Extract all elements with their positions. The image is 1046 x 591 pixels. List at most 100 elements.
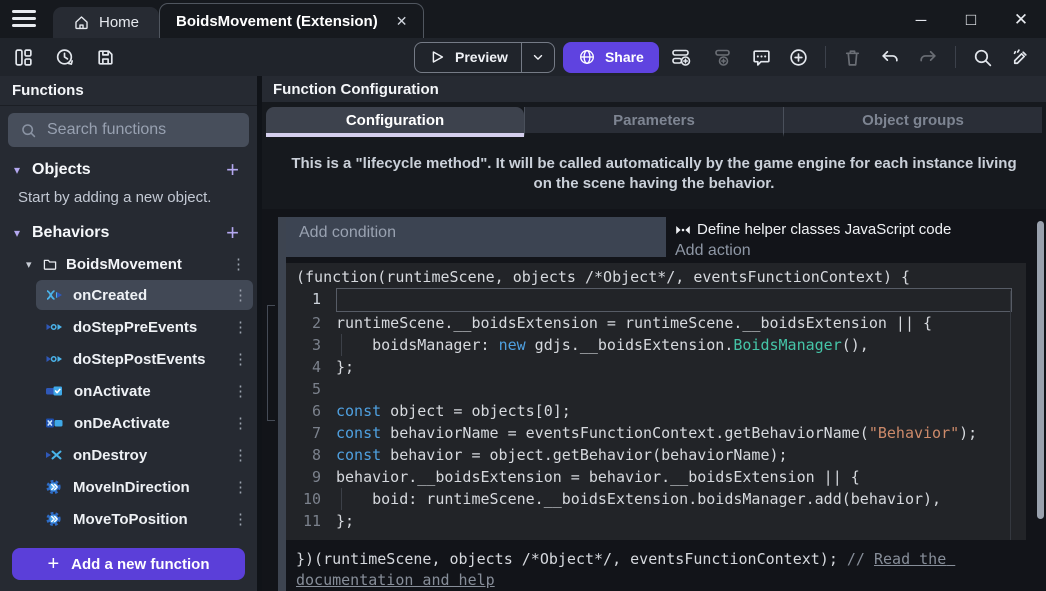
plus-icon: + <box>47 553 59 576</box>
preview-dropdown-button[interactable] <box>522 50 554 64</box>
add-circle-icon[interactable] <box>788 47 809 68</box>
hamburger-icon[interactable] <box>12 10 36 27</box>
code-line-7[interactable]: 7const behaviorName = eventsFunctionCont… <box>286 422 1026 444</box>
line-text: runtimeScene.__boidsExtension = runtimeS… <box>336 312 1026 334</box>
kebab-menu-icon[interactable]: ⋮ <box>233 414 243 432</box>
toolbar-center: Preview Share <box>414 42 659 73</box>
line-text <box>336 288 1012 312</box>
function-item-doStepPostEvents[interactable]: doStepPostEvents ⋮ <box>36 344 253 374</box>
kebab-menu-icon[interactable]: ⋮ <box>233 286 243 304</box>
js-code-icon <box>675 223 691 237</box>
line-number: 5 <box>286 378 336 400</box>
function-label: doStepPreEvents <box>73 319 222 336</box>
code-line-6[interactable]: 6const object = objects[0]; <box>286 400 1026 422</box>
function-item-onActivate[interactable]: onActivate ⋮ <box>36 376 253 406</box>
chevron-down-icon[interactable]: ▾ <box>14 163 28 177</box>
toggle-off-icon <box>45 415 63 431</box>
tab-extension[interactable]: BoidsMovement (Extension) ✕ <box>159 3 424 38</box>
layout-icon[interactable] <box>13 47 34 68</box>
line-number: 9 <box>286 466 336 488</box>
folder-icon <box>42 256 58 272</box>
code-footer-line: })(runtimeScene, objects /*Object*/, eve… <box>286 540 1026 591</box>
add-condition-button[interactable]: Add condition <box>286 217 666 257</box>
add-function-button[interactable]: + Add a new function <box>12 548 245 580</box>
toolbar-divider <box>955 46 956 68</box>
code-line-8[interactable]: 8const behavior = object.getBehavior(beh… <box>286 444 1026 466</box>
line-number: 3 <box>286 334 336 356</box>
tab-home-label: Home <box>99 14 139 31</box>
preview-button[interactable]: Preview <box>414 42 555 73</box>
search-icon[interactable] <box>972 47 993 68</box>
function-label: MoveInDirection <box>73 479 222 496</box>
add-object-button[interactable]: + <box>226 161 243 179</box>
search-icon <box>20 122 37 139</box>
code-line-1[interactable]: 1 <box>286 288 1026 312</box>
maximize-icon[interactable]: □ <box>946 10 996 30</box>
add-behavior-button[interactable]: + <box>226 224 243 242</box>
line-text: boidsManager: new gdjs.__boidsExtension.… <box>336 334 1026 356</box>
undo-icon[interactable] <box>879 47 901 68</box>
kebab-menu-icon[interactable]: ⋮ <box>233 318 243 336</box>
events-scrollbar[interactable] <box>1037 221 1044 519</box>
function-item-onDeActivate[interactable]: onDeActivate⋮ <box>36 408 253 438</box>
functions-sidebar: Functions Search functions ▾ Objects + S… <box>0 76 262 591</box>
edit-icon[interactable] <box>1009 47 1031 68</box>
code-line-5[interactable]: 5 <box>286 378 1026 400</box>
kebab-menu-icon[interactable]: ⋮ <box>233 382 243 400</box>
tab-home[interactable]: Home <box>53 7 159 38</box>
close-tab-icon[interactable]: ✕ <box>396 13 408 30</box>
code-line-4[interactable]: 4}; <box>286 356 1026 378</box>
event-drag-handle[interactable] <box>278 217 286 591</box>
function-label: onActivate <box>74 383 222 400</box>
line-number: 1 <box>286 288 336 312</box>
function-item-MoveInDirection[interactable]: MoveInDirection ⋮ <box>36 472 253 502</box>
code-line-2[interactable]: 2runtimeScene.__boidsExtension = runtime… <box>286 312 1026 334</box>
function-item-onDestroy[interactable]: onDestroy⋮ <box>36 440 253 470</box>
preview-label: Preview <box>455 49 508 65</box>
chevron-down-icon[interactable]: ▾ <box>14 226 28 240</box>
function-list: onCreated⋮doStepPreEvents⋮doStepPostEven… <box>0 278 257 536</box>
code-line-11[interactable]: 11}; <box>286 510 1026 532</box>
line-text: }; <box>336 510 1026 532</box>
toolbar-left-icons <box>0 47 116 68</box>
comment-icon[interactable] <box>751 47 772 68</box>
js-event-title[interactable]: Define helper classes JavaScript code <box>675 217 1026 242</box>
tab-object-groups[interactable]: Object groups <box>783 107 1042 137</box>
code-line-9[interactable]: 9behavior.__boidsExtension = behavior.__… <box>286 466 1026 488</box>
line-number: 11 <box>286 510 336 532</box>
kebab-menu-icon[interactable]: ⋮ <box>233 510 243 528</box>
line-text: }; <box>336 356 1026 378</box>
tab-parameters[interactable]: Parameters <box>524 107 783 137</box>
code-editor[interactable]: (function(runtimeScene, objects /*Object… <box>286 263 1026 540</box>
kebab-menu-icon[interactable]: ⋮ <box>233 478 243 496</box>
add-subevent-icon <box>711 47 735 68</box>
behaviors-section-header: ▾ Behaviors + <box>0 218 257 248</box>
minimize-icon[interactable]: ─ <box>896 12 946 29</box>
tab-configuration[interactable]: Configuration <box>266 107 524 137</box>
function-label: doStepPostEvents <box>73 351 222 368</box>
search-functions-input[interactable]: Search functions <box>8 113 249 147</box>
line-number: 8 <box>286 444 336 466</box>
code-line-3[interactable]: 3 boidsManager: new gdjs.__boidsExtensio… <box>286 334 1026 356</box>
save-icon[interactable] <box>95 47 116 68</box>
function-item-doStepPreEvents[interactable]: doStepPreEvents ⋮ <box>36 312 253 342</box>
kebab-menu-icon[interactable]: ⋮ <box>231 255 241 273</box>
line-text: boid: runtimeScene.__boidsExtension.boid… <box>336 488 1026 510</box>
history-icon[interactable] <box>54 47 75 68</box>
toolbar-right-icons <box>671 46 1046 68</box>
add-event-icon[interactable] <box>671 47 695 68</box>
tab-extension-label: BoidsMovement (Extension) <box>176 13 378 30</box>
line-number: 2 <box>286 312 336 334</box>
close-icon[interactable]: ✕ <box>996 10 1046 30</box>
kebab-menu-icon[interactable]: ⋮ <box>233 350 243 368</box>
function-item-onCreated[interactable]: onCreated⋮ <box>36 280 253 310</box>
kebab-menu-icon[interactable]: ⋮ <box>233 446 243 464</box>
code-line-10[interactable]: 10 boid: runtimeScene.__boidsExtension.b… <box>286 488 1026 510</box>
line-text: const object = objects[0]; <box>336 400 1026 422</box>
share-button[interactable]: Share <box>563 42 659 73</box>
function-item-MoveToPosition[interactable]: MoveToPosition⋮ <box>36 504 253 534</box>
behavior-group-row[interactable]: ▾ BoidsMovement ⋮ <box>0 250 257 278</box>
chevron-down-icon[interactable]: ▾ <box>26 258 42 271</box>
line-text <box>336 378 1026 400</box>
behaviors-label: Behaviors <box>32 224 226 242</box>
